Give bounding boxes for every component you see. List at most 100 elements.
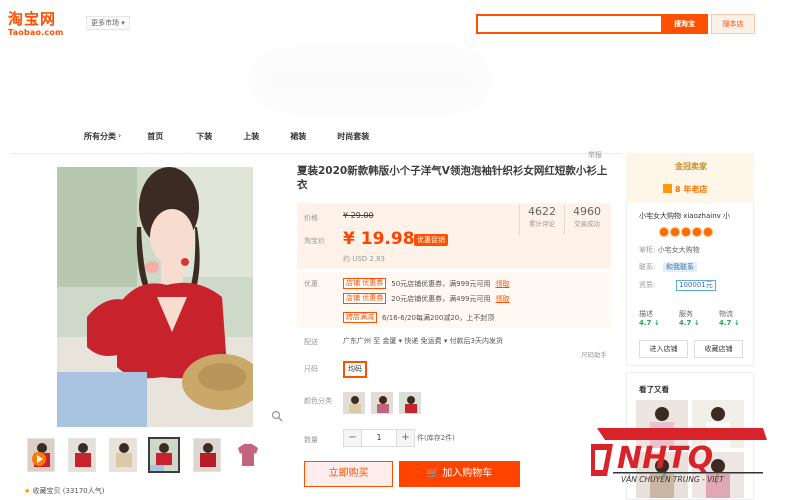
seen-also-label: 看了又看 [639, 385, 669, 394]
shipping-label: 配送 [304, 338, 318, 346]
thumbnail-2[interactable] [68, 438, 96, 472]
shop-scores: 描述 4.7 ↓ 服务 4.7 ↓ 物流 4.7 ↓ [639, 309, 749, 327]
stat-sold-label: 交易成功 [574, 220, 600, 228]
shop-seller-row: 掌柜: 小宅女大购物 [639, 245, 700, 255]
shop-nav: 所有分类 › 首页 下装 上装 裙装 时尚套装 [84, 131, 369, 143]
gold-seller-badge: 金冠卖家 [675, 162, 707, 171]
nav-item-skirts[interactable]: 裙装 [290, 131, 306, 143]
stat-reviews-label: 累计评论 [529, 220, 555, 228]
coupon-tag: 店铺 优惠券 [343, 278, 387, 289]
favorite-shop-button[interactable]: 收藏店铺 [694, 340, 743, 358]
thumbnail-4-selected[interactable] [148, 437, 180, 473]
color-label: 颜色分类 [304, 397, 332, 405]
nhtq-watermark-logo: NHTQ VẬN CHUYỂN TRUNG - VIỆT [585, 418, 775, 488]
color-option-3[interactable] [399, 392, 421, 414]
usd-price: 约 USD 2.83 [343, 255, 385, 263]
crown-icon [681, 227, 691, 237]
zoom-icon[interactable] [271, 410, 283, 422]
coupon-row: 跨店满减 6/16-6/20每满200减20，上不封顶 [343, 312, 494, 323]
coupon-row: 店铺 优惠券 20元店铺优惠券，满499元可用 领取 [343, 293, 510, 304]
coupon-claim-link[interactable]: 领取 [496, 294, 510, 304]
crown-icon [670, 227, 680, 237]
nav-item-home[interactable]: 首页 [147, 131, 163, 143]
contact-seller-button[interactable]: 和我联系 [663, 262, 697, 272]
score-label: 服务 [679, 310, 693, 318]
thumbnail-5[interactable] [193, 438, 221, 472]
add-to-cart-button[interactable]: 🛒 加入购物车 [399, 461, 520, 487]
add-cart-label: 加入购物车 [442, 468, 493, 479]
contact-key: 联系: [639, 263, 656, 271]
qty-minus-button[interactable]: − [344, 430, 361, 446]
product-title: 夏装2020新款韩版小个子洋气V领泡泡袖针织衫女网红短款小衫上衣 [297, 165, 608, 191]
nav-item-bottoms[interactable]: 下装 [196, 131, 212, 143]
search-store-button[interactable]: 搜本店 [711, 14, 755, 34]
stat-sold-value: 4960 [573, 205, 601, 218]
coupon-text: 50元店铺优惠券，满999元可用 [391, 279, 491, 288]
shipping-info[interactable]: 广东广州 至 金厦 ▾ 快递 免运费 ▾ 付款后3天内发货 [343, 336, 503, 346]
coupon-row: 店铺 优惠券 50元店铺优惠券，满999元可用 领取 [343, 278, 510, 289]
score-value: 4.7 ↓ [719, 319, 740, 327]
star-icon: ★ [24, 487, 31, 495]
buy-now-button[interactable]: 立即购买 [304, 461, 393, 487]
score-label: 描述 [639, 310, 653, 318]
stat-sold: 4960 交易成功 [564, 205, 609, 235]
report-link[interactable]: 举报 [588, 150, 602, 160]
deposit-key: 资质: [639, 281, 656, 289]
quantity-label: 数量 [304, 436, 318, 444]
stock-info: 件(库存2件) [417, 434, 455, 442]
thumbnail-3[interactable] [109, 438, 137, 472]
taobao-price-label: 淘宝价 [304, 237, 325, 245]
shop-rating-crowns [659, 227, 713, 237]
thumbnail-video[interactable] [27, 438, 55, 472]
chevron-down-icon: ▾ [121, 19, 125, 27]
coupon-tag: 店铺 优惠券 [343, 293, 387, 304]
logo-en-text: Taobao.com [8, 28, 64, 37]
shop-name[interactable]: 小宅女大购物 xiaozhainv 小 [639, 211, 730, 221]
thumbnail-6[interactable] [234, 438, 262, 472]
logo-cn-text: 淘宝网 [8, 10, 57, 28]
shop-deposit-row: 资质: [639, 280, 655, 290]
crown-icon [703, 227, 713, 237]
watermark-brand: NHTQ [617, 441, 713, 476]
color-option-2[interactable] [371, 392, 393, 414]
size-helper-link[interactable]: 尺码助手 [581, 349, 607, 359]
shop-contact-row: 联系: [639, 262, 655, 272]
score-description: 描述 4.7 ↓ [639, 309, 669, 327]
search-button[interactable]: 搜淘宝 [661, 14, 708, 34]
deposit-badge: 100001元 [676, 280, 716, 291]
chevron-right-icon: › [118, 131, 122, 140]
qty-input[interactable]: 1 [361, 430, 397, 446]
nav-item-tops[interactable]: 上装 [243, 131, 259, 143]
market-dropdown[interactable]: 更多市场 ▾ [86, 16, 130, 30]
nav-item-sets[interactable]: 时尚套装 [337, 131, 369, 143]
score-label: 物流 [719, 310, 733, 318]
shop-years-text: 8 年老店 [675, 185, 708, 194]
coupon-tag: 跨店满减 [343, 312, 377, 323]
promo-badge: 优惠促销 [414, 234, 448, 246]
product-main-image[interactable] [57, 167, 253, 427]
score-value: 4.7 ↓ [679, 319, 700, 327]
taobao-logo[interactable]: 淘宝网 Taobao.com [8, 10, 74, 38]
coupon-text: 20元店铺优惠券，满499元可用 [391, 294, 491, 303]
watermark-tagline: VẬN CHUYỂN TRUNG - VIỆT [621, 474, 725, 484]
stat-reviews[interactable]: 4622 累计评论 [519, 205, 564, 235]
crown-icon [692, 227, 702, 237]
seller-value[interactable]: 小宅女大购物 [658, 246, 700, 254]
favorite-label: 收藏宝贝 (33170人气) [32, 487, 105, 495]
color-option-1[interactable] [343, 392, 365, 414]
current-price: ¥ 19.98 [343, 229, 415, 249]
price-label: 价格 [304, 214, 318, 222]
coupon-claim-link[interactable]: 领取 [496, 279, 510, 289]
coupon-text: 6/16-6/20每满200减20，上不封顶 [382, 313, 495, 322]
enter-shop-button[interactable]: 进入店铺 [639, 340, 688, 358]
divider [10, 153, 622, 154]
qty-plus-button[interactable]: + [397, 430, 414, 446]
favorite-item[interactable]: ★ 收藏宝贝 (33170人气) [24, 486, 104, 496]
coupons-label: 优惠 [304, 280, 318, 288]
nav-item-all[interactable]: 所有分类 [84, 131, 116, 143]
market-label: 更多市场 [91, 19, 119, 27]
shop-years: 8 年老店 [663, 184, 707, 195]
seller-key: 掌柜: [639, 246, 656, 254]
size-option[interactable]: 均码 [343, 361, 367, 378]
score-logistics: 物流 4.7 ↓ [719, 309, 749, 327]
